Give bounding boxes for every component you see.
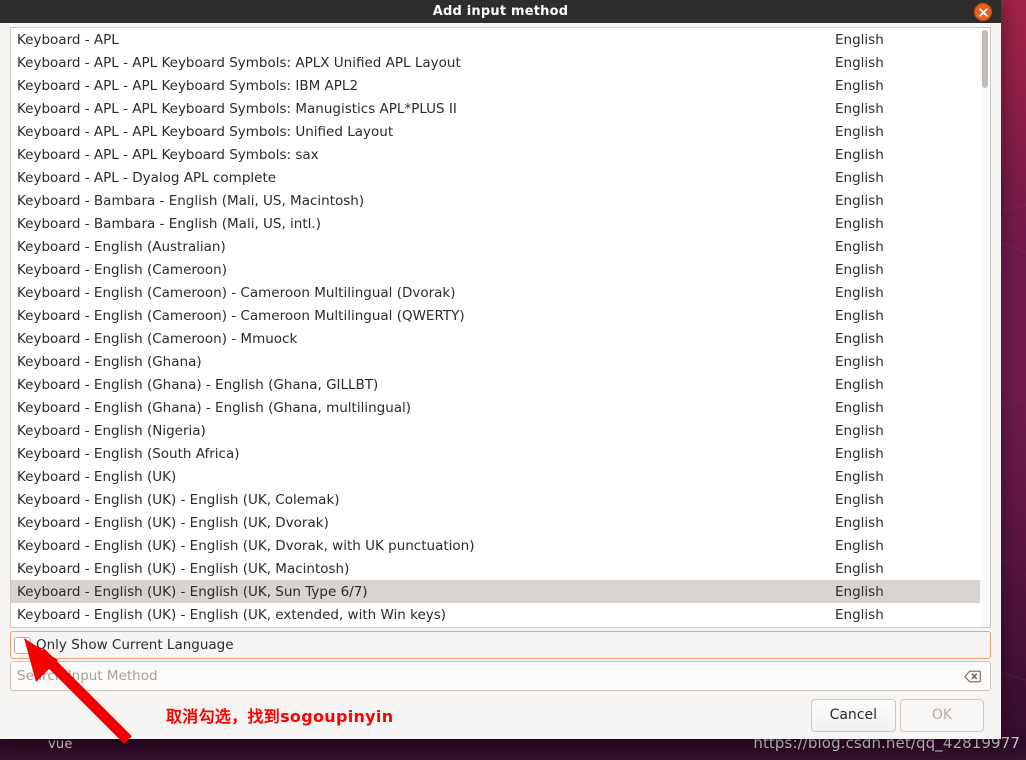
input-method-row[interactable]: Keyboard - English (Ghana) - English (Gh…: [11, 373, 990, 396]
input-method-name: Keyboard - Bambara - English (Mali, US, …: [17, 215, 321, 232]
input-method-name: Keyboard - APL - Dyalog APL complete: [17, 169, 277, 186]
dialog-title: Add input method: [432, 4, 569, 19]
input-method-language: English: [835, 215, 884, 232]
taskbar-item-vue[interactable]: vue: [48, 737, 73, 752]
input-method-name: Keyboard - English (Nigeria): [17, 422, 206, 439]
input-method-language: English: [835, 123, 884, 140]
input-method-row[interactable]: Keyboard - English (Nigeria) English: [11, 419, 990, 442]
input-method-row[interactable]: Keyboard - APL - APL Keyboard Symbols: U…: [11, 120, 990, 143]
input-method-name: Keyboard - English (UK) - English (UK, S…: [17, 583, 368, 600]
input-method-language: English: [835, 192, 884, 209]
input-method-name: Keyboard - English (South Africa): [17, 445, 240, 462]
input-method-name: Keyboard - English (UK) - English (UK, M…: [17, 560, 350, 577]
ok-button[interactable]: OK: [900, 698, 984, 732]
input-method-name: Keyboard - English (Australian): [17, 238, 226, 255]
only-show-current-language-row[interactable]: Only Show Current Language: [10, 631, 991, 659]
input-method-row[interactable]: Keyboard - English (UK) - English (UK, D…: [11, 534, 990, 557]
input-method-row[interactable]: Keyboard - English (UK) - English (UK, C…: [11, 488, 990, 511]
clear-backspace-icon[interactable]: [964, 670, 981, 683]
input-method-row[interactable]: Keyboard - APL - Dyalog APL complete Engl…: [11, 166, 990, 189]
input-method-language: English: [835, 468, 884, 485]
input-method-row[interactable]: Keyboard - APL - APL Keyboard Symbols: I…: [11, 74, 990, 97]
dialog-titlebar: Add input method: [0, 0, 1001, 23]
input-method-name: Keyboard - English (UK) - English (UK, D…: [17, 537, 475, 554]
input-method-row[interactable]: Keyboard - English (UK) - English (UK, e…: [11, 603, 990, 626]
input-method-language: English: [835, 606, 884, 623]
input-method-name: Keyboard - Bambara - English (Mali, US, …: [17, 192, 365, 209]
input-method-row[interactable]: Keyboard - English (Cameroon) - Cameroon…: [11, 304, 990, 327]
input-method-language: English: [835, 330, 884, 347]
input-method-row[interactable]: Keyboard - English (UK) English: [11, 465, 990, 488]
input-method-name: Keyboard - APL - APL Keyboard Symbols: s…: [17, 146, 319, 163]
input-method-language: English: [835, 376, 884, 393]
input-method-row[interactable]: Keyboard - APL - APL Keyboard Symbols: s…: [11, 143, 990, 166]
input-method-name: Keyboard - APL - APL Keyboard Symbols: I…: [17, 77, 359, 94]
list-scrollbar-thumb[interactable]: [982, 30, 988, 88]
input-method-name: Keyboard - APL: [17, 31, 119, 48]
input-method-row[interactable]: Keyboard - English (Cameroon) English: [11, 258, 990, 281]
dialog-button-bar: Cancel OK: [10, 691, 991, 739]
input-method-name: Keyboard - English (Cameroon) - Cameroon…: [17, 307, 465, 324]
input-method-language: English: [835, 31, 884, 48]
input-method-language: English: [835, 54, 884, 71]
input-method-list[interactable]: Keyboard - APL English Keyboard - APL - AP…: [11, 28, 990, 627]
input-method-language: English: [835, 284, 884, 301]
input-method-row[interactable]: Keyboard - English (Cameroon) - Mmuock En…: [11, 327, 990, 350]
input-method-language: English: [835, 261, 884, 278]
input-method-row[interactable]: Keyboard - English (Ghana) - English (Gh…: [11, 396, 990, 419]
input-method-language: English: [835, 353, 884, 370]
input-method-row[interactable]: Keyboard - APL English: [11, 28, 990, 51]
input-method-language: English: [835, 537, 884, 554]
input-method-language: English: [835, 422, 884, 439]
input-method-row[interactable]: Keyboard - English (UK) - English (UK, S…: [11, 580, 990, 603]
search-input[interactable]: [11, 662, 964, 690]
input-method-row[interactable]: Keyboard - English (UK) - English (UK, D…: [11, 511, 990, 534]
input-method-row[interactable]: Keyboard - English (UK) - English (UK, M…: [11, 557, 990, 580]
input-method-name: Keyboard - English (Ghana): [17, 353, 202, 370]
list-scrollbar[interactable]: [980, 28, 990, 627]
input-method-name: Keyboard - English (Cameroon) - Cameroon…: [17, 284, 456, 301]
cancel-button[interactable]: Cancel: [810, 698, 896, 732]
input-method-language: English: [835, 445, 884, 462]
input-method-language: English: [835, 238, 884, 255]
input-method-name: Keyboard - English (Cameroon): [17, 261, 227, 278]
input-method-language: English: [835, 146, 884, 163]
input-method-language: English: [835, 77, 884, 94]
input-method-language: English: [835, 399, 884, 416]
input-method-row[interactable]: Keyboard - English (Ghana) English: [11, 350, 990, 373]
input-method-row[interactable]: Keyboard - APL - APL Keyboard Symbols: M…: [11, 97, 990, 120]
only-show-current-language-checkbox[interactable]: [14, 636, 31, 654]
dialog-body: Keyboard - APL English Keyboard - APL - AP…: [0, 23, 1001, 739]
input-method-language: English: [835, 100, 884, 117]
input-method-name: Keyboard - English (Ghana) - English (Gh…: [17, 399, 412, 416]
input-method-language: English: [835, 560, 884, 577]
input-method-language: English: [835, 169, 884, 186]
input-method-language: English: [835, 491, 884, 508]
input-method-language: English: [835, 583, 884, 600]
input-method-name: Keyboard - English (Ghana) - English (Gh…: [17, 376, 379, 393]
input-method-name: Keyboard - English (UK) - English (UK, e…: [17, 606, 447, 623]
close-icon[interactable]: [974, 3, 992, 21]
only-show-current-language-label[interactable]: Only Show Current Language: [36, 637, 234, 653]
input-method-name: Keyboard - English (UK): [17, 468, 177, 485]
input-method-name: Keyboard - English (UK) - English (UK, D…: [17, 514, 329, 531]
input-method-name: Keyboard - APL - APL Keyboard Symbols: M…: [17, 100, 457, 117]
input-method-name: Keyboard - APL - APL Keyboard Symbols: U…: [17, 123, 394, 140]
input-method-list-frame: Keyboard - APL English Keyboard - APL - AP…: [10, 27, 991, 628]
input-method-name: Keyboard - APL - APL Keyboard Symbols: A…: [17, 54, 461, 71]
add-input-method-dialog: Add input method Keyboard - APL English Ke…: [0, 0, 1001, 739]
input-method-name: Keyboard - English (UK) - English (UK, C…: [17, 491, 340, 508]
input-method-row[interactable]: Keyboard - Bambara - English (Mali, US, …: [11, 189, 990, 212]
search-row[interactable]: [10, 661, 991, 691]
input-method-row[interactable]: Keyboard - English (Cameroon) - Cameroon…: [11, 281, 990, 304]
input-method-language: English: [835, 514, 884, 531]
input-method-language: English: [835, 307, 884, 324]
input-method-row[interactable]: Keyboard - Bambara - English (Mali, US, …: [11, 212, 990, 235]
input-method-row[interactable]: Keyboard - English (Australian) English: [11, 235, 990, 258]
input-method-name: Keyboard - English (Cameroon) - Mmuock: [17, 330, 298, 347]
input-method-row[interactable]: Keyboard - APL - APL Keyboard Symbols: A…: [11, 51, 990, 74]
input-method-row[interactable]: Keyboard - English (South Africa) English: [11, 442, 990, 465]
